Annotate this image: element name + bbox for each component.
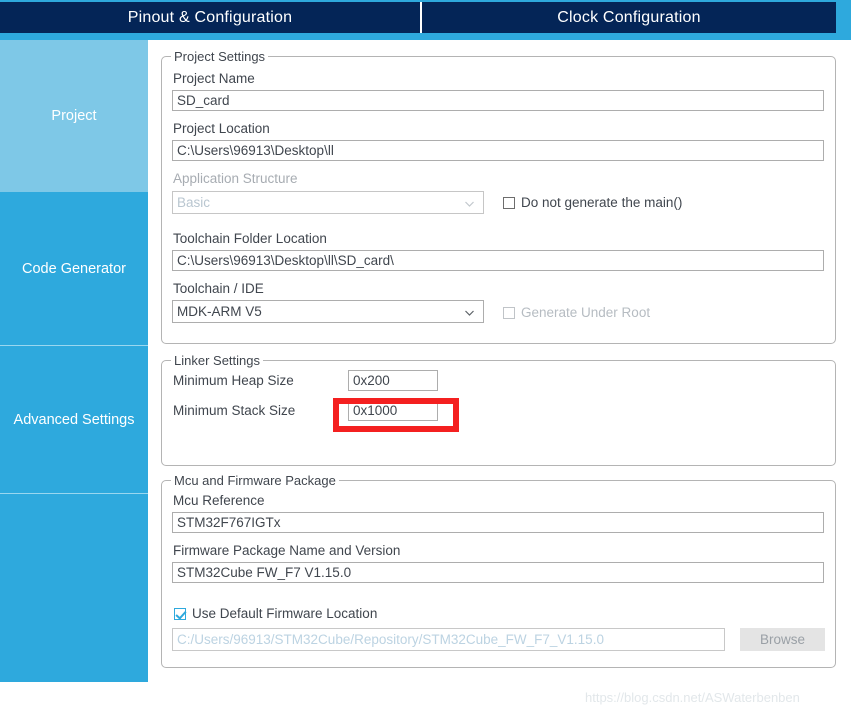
minimum-stack-size-label: Minimum Stack Size <box>173 403 296 418</box>
sidebar: Project Code Generator Advanced Settings <box>0 40 148 682</box>
mcu-reference-input[interactable]: STM32F767IGTx <box>172 512 824 533</box>
firmware-package-input[interactable]: STM32Cube FW_F7 V1.15.0 <box>172 562 824 583</box>
use-default-firmware-location-label: Use Default Firmware Location <box>192 606 378 621</box>
minimum-heap-size-label: Minimum Heap Size <box>173 373 294 388</box>
sidebar-item-advanced-settings-label: Advanced Settings <box>13 411 135 428</box>
watermark-text: https://blog.csdn.net/ASWaterbenben <box>585 690 800 705</box>
tab-pinout-configuration-label: Pinout & Configuration <box>127 8 293 26</box>
project-settings-group-title: Project Settings <box>171 49 269 64</box>
sidebar-item-code-generator-label: Code Generator <box>22 261 126 277</box>
project-settings-group: Project Settings Project Name SD_card Pr… <box>161 49 836 344</box>
project-name-label: Project Name <box>173 71 255 86</box>
project-location-label: Project Location <box>173 121 270 136</box>
toolchain-ide-value: MDK-ARM V5 <box>177 304 262 319</box>
sidebar-item-advanced-settings[interactable]: Advanced Settings <box>0 345 148 493</box>
minimum-stack-size-input[interactable]: 0x1000 <box>348 400 438 421</box>
toolchain-folder-location-input[interactable]: C:\Users\96913\Desktop\ll\SD_card\ <box>172 250 824 271</box>
project-location-input[interactable]: C:\Users\96913\Desktop\ll <box>172 140 824 161</box>
content-area: Project Settings Project Name SD_card Pr… <box>148 40 851 705</box>
linker-settings-group-title: Linker Settings <box>171 353 263 368</box>
browse-button[interactable]: Browse <box>740 628 825 651</box>
generate-under-root-checkbox-row[interactable]: Generate Under Root <box>503 305 650 320</box>
application-structure-select[interactable]: Basic <box>172 191 484 214</box>
tab-clock-configuration[interactable]: Clock Configuration <box>422 2 836 33</box>
sidebar-item-blank[interactable] <box>0 493 148 682</box>
linker-settings-group: Linker Settings Minimum Heap Size 0x200 … <box>161 353 836 466</box>
mcu-firmware-package-group-title: Mcu and Firmware Package <box>171 473 339 488</box>
chevron-down-icon <box>464 197 475 208</box>
mcu-firmware-package-group: Mcu and Firmware Package Mcu Reference S… <box>161 473 836 668</box>
top-tab-bar: Pinout & Configuration Clock Configurati… <box>0 0 851 40</box>
sidebar-item-code-generator[interactable]: Code Generator <box>0 192 148 345</box>
generate-under-root-checkbox[interactable] <box>503 306 515 319</box>
toolchain-ide-select[interactable]: MDK-ARM V5 <box>172 300 484 323</box>
minimum-heap-size-input[interactable]: 0x200 <box>348 370 438 391</box>
sidebar-item-project-label: Project <box>51 108 97 124</box>
tab-pinout-configuration[interactable]: Pinout & Configuration <box>0 2 420 33</box>
do-not-generate-main-checkbox[interactable] <box>503 196 515 209</box>
application-structure-label: Application Structure <box>173 171 298 186</box>
firmware-package-label: Firmware Package Name and Version <box>173 543 401 558</box>
do-not-generate-main-checkbox-row[interactable]: Do not generate the main() <box>503 195 682 210</box>
sidebar-item-project[interactable]: Project <box>0 40 148 192</box>
firmware-location-path-input[interactable]: C:/Users/96913/STM32Cube/Repository/STM3… <box>172 628 725 651</box>
do-not-generate-main-label: Do not generate the main() <box>521 195 683 210</box>
use-default-firmware-location-checkbox[interactable] <box>174 607 186 620</box>
toolchain-folder-location-label: Toolchain Folder Location <box>173 231 327 246</box>
use-default-firmware-location-row[interactable]: Use Default Firmware Location <box>174 606 377 621</box>
generate-under-root-label: Generate Under Root <box>521 305 651 320</box>
tab-clock-configuration-label: Clock Configuration <box>557 8 701 26</box>
application-structure-value: Basic <box>177 195 211 210</box>
toolchain-ide-label: Toolchain / IDE <box>173 281 264 296</box>
chevron-down-icon <box>464 306 475 317</box>
mcu-reference-label: Mcu Reference <box>173 493 265 508</box>
project-name-input[interactable]: SD_card <box>172 90 824 111</box>
tab-bar-underline <box>0 33 851 40</box>
